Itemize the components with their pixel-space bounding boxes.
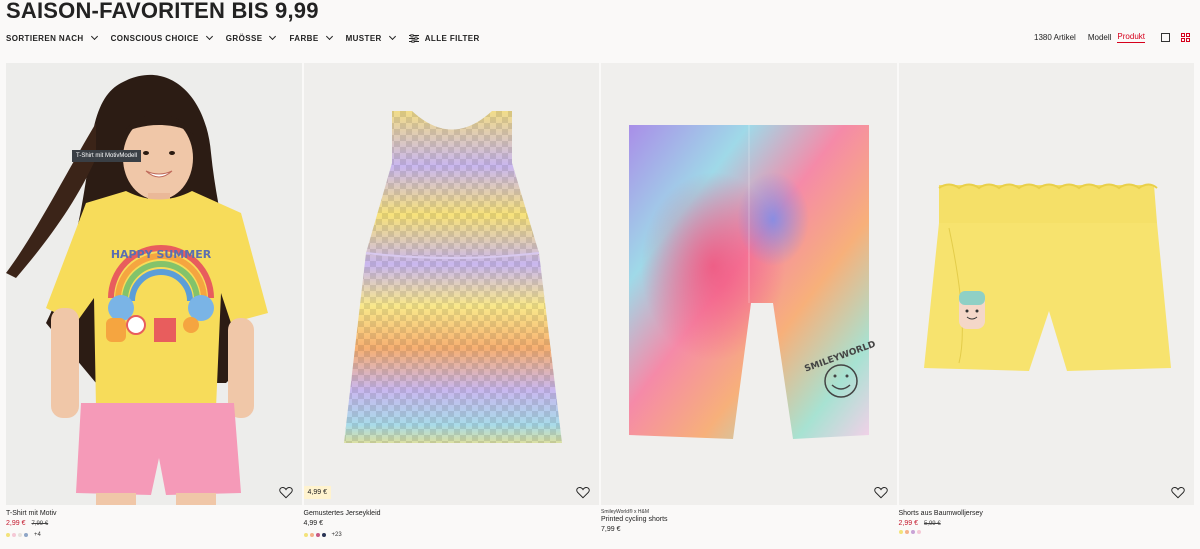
product-image[interactable]: SMILEYWORLD	[601, 63, 897, 505]
filter-label: FARBE	[289, 33, 319, 43]
heart-icon[interactable]	[576, 486, 590, 499]
color-swatches	[898, 530, 1195, 534]
dress-image	[303, 63, 599, 505]
svg-text:HAPPY SUMMER: HAPPY SUMMER	[111, 248, 212, 261]
filter-label: GRÖSSE	[225, 33, 263, 43]
product-info: T-Shirt mit Motiv 2,99 € 7,99 € +4	[6, 509, 302, 540]
swatch[interactable]	[904, 530, 909, 534]
all-filters-button[interactable]: ALLE FILTER	[408, 33, 480, 43]
grid-view-icon[interactable]	[1181, 33, 1190, 42]
product-card[interactable]: HAPPY SUMMER T-Shirt mit MotivModell T-S…	[6, 63, 302, 549]
chevron-down-icon	[269, 32, 277, 41]
product-card[interactable]: SMILEYWORLD SmileyWorld® x H&M Printed c…	[601, 63, 897, 549]
swatch[interactable]	[321, 533, 326, 537]
size-filter[interactable]: GRÖSSE	[225, 32, 277, 43]
product-info: Gemustertes Jerseykleid 4,99 € +23	[303, 509, 600, 540]
all-filters-label: ALLE FILTER	[424, 33, 480, 43]
product-image[interactable]: HAPPY SUMMER T-Shirt mit MotivModell	[6, 63, 302, 505]
page-title: SAISON-FAVORITEN BIS 9,99	[6, 0, 319, 23]
article-count: 1380 Artikel	[1034, 33, 1076, 42]
yellow-shorts-image	[898, 63, 1194, 505]
chevron-down-icon	[325, 32, 333, 41]
view-product-toggle[interactable]: Produkt	[1117, 32, 1145, 43]
heart-icon[interactable]	[873, 486, 888, 499]
swatch[interactable]	[18, 533, 22, 537]
conscious-choice-filter[interactable]: CONSCIOUS CHOICE	[110, 32, 213, 43]
color-swatches: +4	[6, 530, 302, 540]
color-filter[interactable]: FARBE	[289, 32, 333, 43]
swatch[interactable]	[6, 533, 10, 537]
chevron-down-icon	[388, 32, 396, 41]
single-column-icon[interactable]	[1161, 33, 1170, 42]
product-card[interactable]: 4,99 € Gemustertes Jerseykleid 4,99 € +2…	[303, 63, 600, 549]
more-colors[interactable]: +23	[332, 530, 342, 540]
swatch[interactable]	[916, 530, 921, 534]
swatch[interactable]	[315, 533, 320, 537]
product-price: 7,99 €	[601, 526, 621, 533]
product-old-price: 5,99 €	[923, 521, 941, 527]
swatch[interactable]	[24, 533, 28, 537]
product-price: 2,99 €	[6, 520, 26, 527]
product-image[interactable]	[898, 63, 1194, 505]
filter-label: CONSCIOUS CHOICE	[110, 33, 199, 43]
swatch[interactable]	[12, 533, 16, 537]
pattern-filter[interactable]: MUSTER	[345, 32, 396, 43]
girl-tshirt-image: HAPPY SUMMER	[6, 63, 302, 505]
product-name[interactable]: Printed cycling shorts	[601, 515, 897, 525]
product-name[interactable]: Gemustertes Jerseykleid	[304, 509, 600, 519]
sort-dropdown[interactable]: SORTIEREN NACH	[6, 32, 98, 43]
swatch[interactable]	[303, 533, 308, 537]
heart-icon[interactable]	[278, 486, 293, 499]
product-tooltip: T-Shirt mit MotivModell	[72, 150, 142, 162]
product-price: 4,99 €	[303, 520, 323, 527]
product-info: Shorts aus Baumwolljersey 2,99 € 5,99 €	[898, 509, 1195, 534]
view-model-toggle[interactable]: Modell	[1088, 33, 1112, 42]
product-old-price: 7,99 €	[31, 521, 49, 527]
color-swatches: +23	[303, 530, 600, 540]
heart-icon[interactable]	[1171, 486, 1185, 499]
product-name[interactable]: Shorts aus Baumwolljersey	[899, 509, 1195, 519]
swatch[interactable]	[309, 533, 314, 537]
product-name[interactable]: T-Shirt mit Motiv	[6, 509, 302, 519]
product-grid: HAPPY SUMMER T-Shirt mit MotivModell T-S…	[6, 63, 1194, 549]
chevron-down-icon	[205, 32, 213, 41]
view-toolbar: 1380 Artikel Modell Produkt	[1034, 32, 1190, 43]
product-info: SmileyWorld® x H&M Printed cycling short…	[601, 509, 897, 535]
more-colors[interactable]: +4	[34, 530, 41, 540]
chevron-down-icon	[90, 32, 98, 41]
sliders-icon	[408, 33, 419, 43]
swatch[interactable]	[910, 530, 915, 534]
filter-label: SORTIEREN NACH	[6, 33, 84, 43]
filter-bar: SORTIEREN NACH CONSCIOUS CHOICE GRÖSSE F…	[6, 32, 494, 44]
cycling-shorts-image: SMILEYWORLD	[601, 63, 897, 505]
swatch[interactable]	[898, 530, 903, 534]
product-card[interactable]: Shorts aus Baumwolljersey 2,99 € 5,99 €	[898, 63, 1195, 549]
price-badge: 4,99 €	[303, 486, 331, 499]
filter-label: MUSTER	[345, 33, 382, 43]
product-image[interactable]: 4,99 €	[303, 63, 599, 505]
product-price: 2,99 €	[898, 520, 918, 527]
